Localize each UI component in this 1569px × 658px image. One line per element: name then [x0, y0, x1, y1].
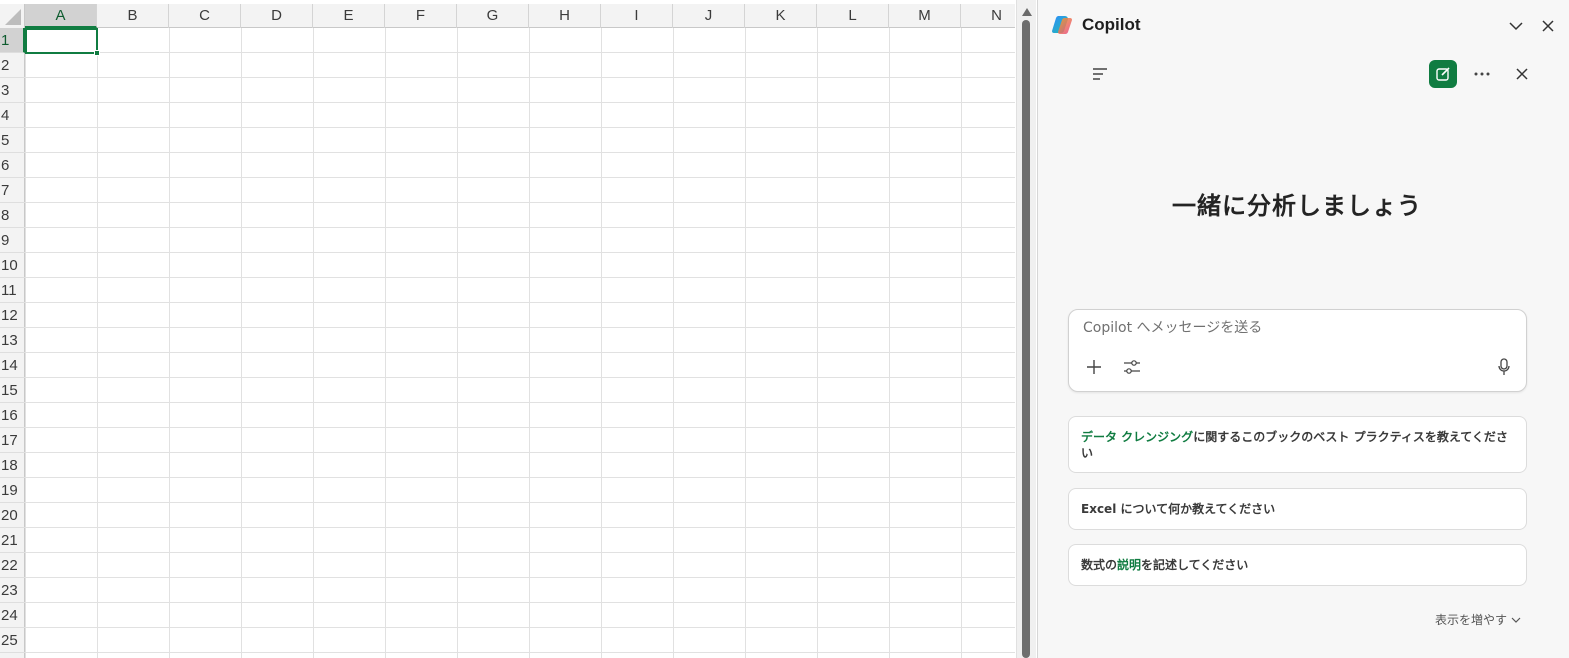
- chevron-down-icon[interactable]: [1506, 16, 1526, 36]
- row-header-9[interactable]: 9: [0, 228, 25, 253]
- row-header-2[interactable]: 2: [0, 53, 25, 78]
- plus-icon[interactable]: [1083, 356, 1105, 378]
- fill-handle[interactable]: [94, 50, 100, 56]
- row-header-3[interactable]: 3: [0, 78, 25, 103]
- row-header-13[interactable]: 13: [0, 328, 25, 353]
- copilot-title: Copilot: [1082, 15, 1141, 34]
- scroll-up-arrow-icon[interactable]: [1022, 8, 1032, 16]
- row-header-22[interactable]: 22: [0, 553, 25, 578]
- spreadsheet-grid: ABCDEFGHIJKLMN 1 2 3 4 5 6 7 8 9 10 11 12 13 14 15 16 17…: [0, 0, 1015, 658]
- row-header-7[interactable]: 7: [0, 178, 25, 203]
- close-chat-icon[interactable]: [1508, 60, 1536, 88]
- suggestion-highlight: データ クレンジング: [1081, 429, 1194, 444]
- suggestion-text: Excel について何か教えてください: [1081, 502, 1276, 516]
- row-header-5[interactable]: 5: [0, 128, 25, 153]
- new-chat-button[interactable]: [1429, 60, 1457, 88]
- copilot-pane: Copilot 一緒に分析しましょう Copilot へメッセージを送る データ…: [1037, 0, 1569, 658]
- scrollbar-thumb[interactable]: [1022, 20, 1030, 658]
- row-header-16[interactable]: 16: [0, 403, 25, 428]
- row-header-bar: 1 2 3 4 5 6 7 8 9 10 11 12 13 14 15 16 17 18 19 20 21 22 23 24 2…: [0, 28, 25, 658]
- suggestion-card[interactable]: Excel について何か教えてください: [1068, 488, 1527, 530]
- column-header-n[interactable]: N: [961, 4, 1015, 28]
- row-header-21[interactable]: 21: [0, 528, 25, 553]
- column-header-j[interactable]: J: [673, 4, 745, 28]
- suggestion-card[interactable]: 数式の説明を記述してください: [1068, 544, 1527, 586]
- message-input[interactable]: [1083, 320, 1503, 336]
- row-header-19[interactable]: 19: [0, 478, 25, 503]
- copilot-title-bar: Copilot: [1052, 14, 1141, 36]
- row-header-8[interactable]: 8: [0, 203, 25, 228]
- column-header-d[interactable]: D: [241, 4, 313, 28]
- select-all-corner[interactable]: [0, 4, 25, 28]
- vertical-scrollbar[interactable]: [1016, 0, 1036, 658]
- row-header-18[interactable]: 18: [0, 453, 25, 478]
- copilot-toolbar: [1038, 56, 1569, 92]
- column-header-m[interactable]: M: [889, 4, 961, 28]
- row-header-1[interactable]: 1: [0, 28, 25, 53]
- row-header-15[interactable]: 15: [0, 378, 25, 403]
- suggestion-card[interactable]: データ クレンジングに関するこのブックのベスト プラクティスを教えてください: [1068, 416, 1527, 473]
- row-header-11[interactable]: 11: [0, 278, 25, 303]
- row-header-4[interactable]: 4: [0, 103, 25, 128]
- row-header-17[interactable]: 17: [0, 428, 25, 453]
- column-header-c[interactable]: C: [169, 4, 241, 28]
- close-pane-icon[interactable]: [1538, 16, 1558, 36]
- show-more-label: 表示を増やす: [1434, 613, 1507, 627]
- chevron-down-icon: [1511, 617, 1521, 623]
- row-header-6[interactable]: 6: [0, 153, 25, 178]
- row-header-10[interactable]: 10: [0, 253, 25, 278]
- column-header-g[interactable]: G: [457, 4, 529, 28]
- column-header-l[interactable]: L: [817, 4, 889, 28]
- suggestion-text: 数式の: [1081, 558, 1118, 572]
- cells-area[interactable]: [25, 28, 1015, 658]
- row-header-14[interactable]: 14: [0, 353, 25, 378]
- menu-icon[interactable]: [1086, 60, 1114, 88]
- column-header-a[interactable]: A: [25, 4, 97, 28]
- copilot-logo-icon: [1052, 14, 1074, 36]
- microphone-icon[interactable]: [1493, 356, 1515, 378]
- active-cell-a1[interactable]: [25, 28, 100, 56]
- column-header-i[interactable]: I: [601, 4, 673, 28]
- row-header-25[interactable]: 25: [0, 628, 25, 653]
- row-header-23[interactable]: 23: [0, 578, 25, 603]
- welcome-heading: 一緒に分析しましょう: [1172, 193, 1422, 220]
- sliders-icon[interactable]: [1121, 356, 1143, 378]
- new-chat-icon: [1436, 67, 1450, 81]
- column-header-bar: ABCDEFGHIJKLMN: [0, 4, 1015, 28]
- row-header-20[interactable]: 20: [0, 503, 25, 528]
- show-more-button[interactable]: 表示を増やす: [1435, 611, 1521, 628]
- column-header-k[interactable]: K: [745, 4, 817, 28]
- column-header-e[interactable]: E: [313, 4, 385, 28]
- column-header-h[interactable]: H: [529, 4, 601, 28]
- column-header-b[interactable]: B: [97, 4, 169, 28]
- column-header-f[interactable]: F: [385, 4, 457, 28]
- suggestion-highlight: 説明: [1117, 558, 1142, 572]
- more-icon[interactable]: [1468, 60, 1496, 88]
- suggestion-text: を記述してください: [1141, 558, 1249, 572]
- message-composer: [1068, 309, 1527, 392]
- row-header-24[interactable]: 24: [0, 603, 25, 628]
- row-header-12[interactable]: 12: [0, 303, 25, 328]
